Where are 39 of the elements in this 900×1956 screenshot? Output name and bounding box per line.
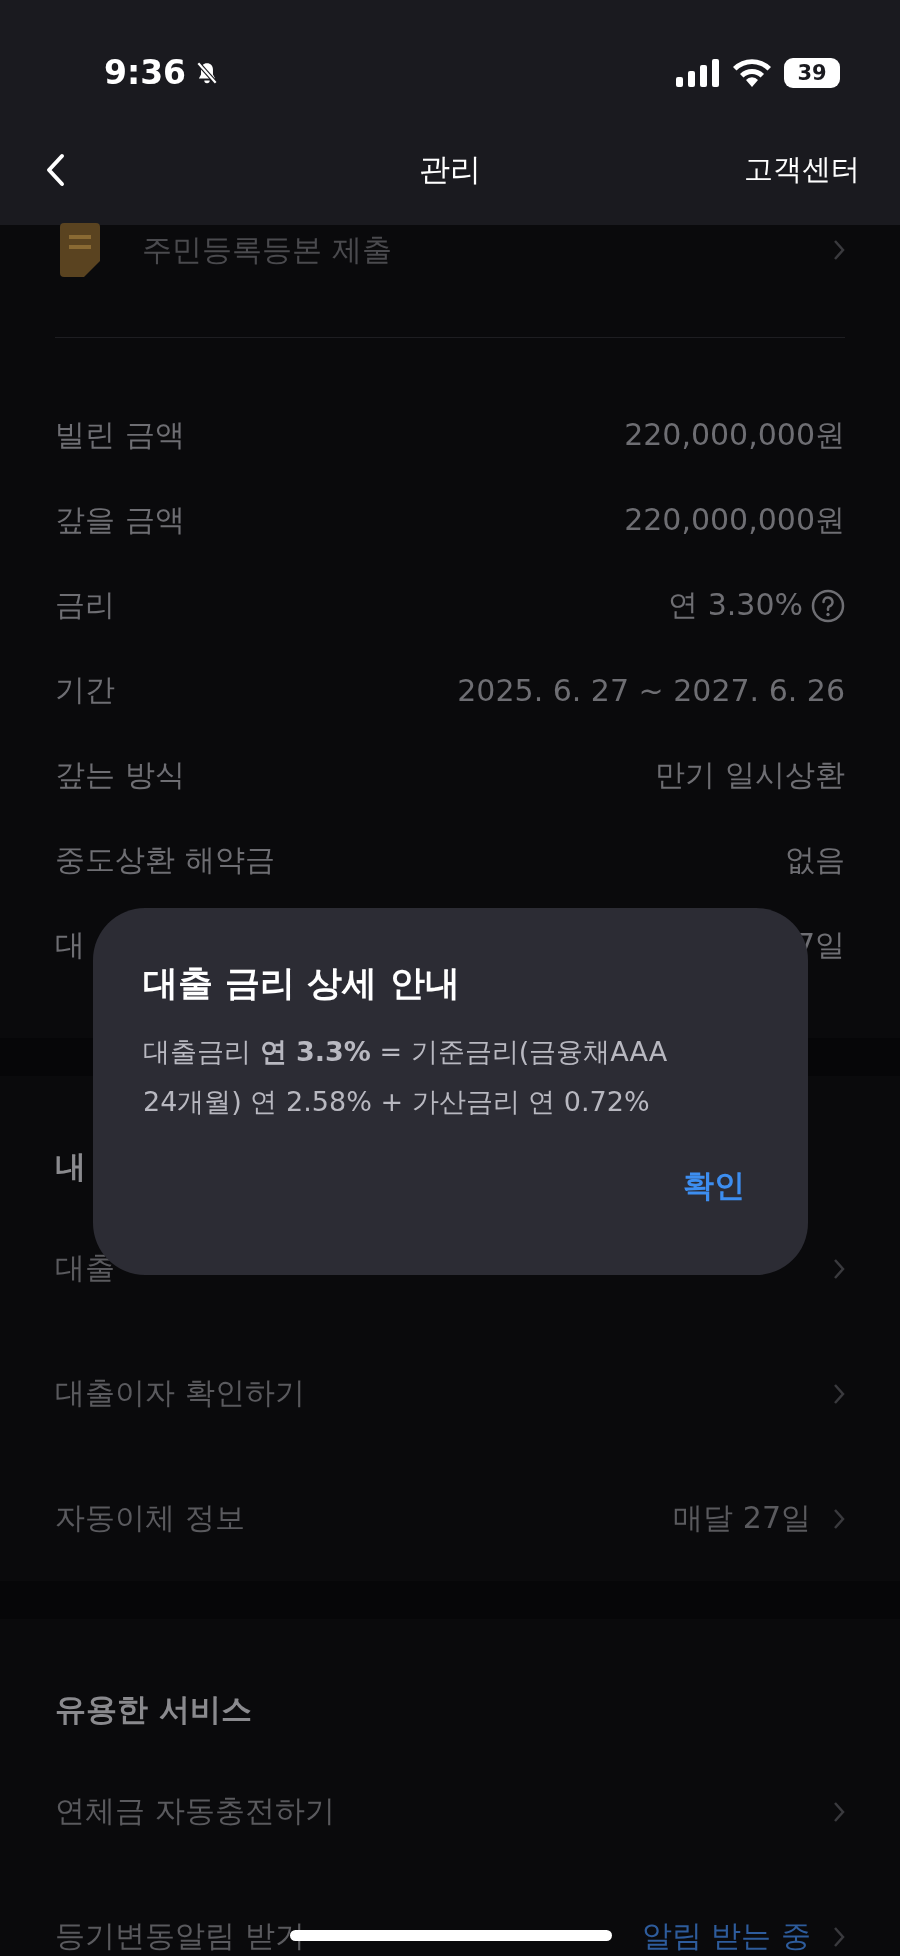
detail-value: 220,000,000원 — [624, 416, 845, 454]
detail-value: 만기 일시상환 — [655, 756, 845, 794]
document-icon — [60, 223, 100, 277]
signal-icon — [676, 58, 720, 87]
detail-label: 대 — [55, 926, 85, 964]
detail-value: 220,000,000원 — [624, 501, 845, 539]
chevron-icon — [833, 1257, 845, 1280]
detail-label: 기간 — [55, 671, 115, 709]
help-icon[interactable] — [811, 588, 845, 623]
battery-indicator: 39 — [784, 57, 840, 88]
detail-label: 갚을 금액 — [55, 501, 185, 539]
back-icon[interactable] — [45, 153, 65, 187]
detail-value: 연 3.30% — [668, 586, 803, 624]
menu-item-label[interactable]: 연체금 자동충전하기 — [55, 1791, 335, 1832]
customer-center-link[interactable]: 고객센터 — [744, 150, 860, 190]
dialog-title: 대출 금리 상세 안내 — [143, 962, 461, 1005]
menu-item-label[interactable]: 대출이자 확인하기 — [55, 1373, 305, 1414]
document-row-label[interactable]: 주민등록등본 제출 — [142, 229, 392, 271]
chevron-icon — [833, 1382, 845, 1405]
section-title: 내 — [55, 1147, 86, 1186]
detail-value: 없음 — [785, 841, 845, 879]
chevron-icon — [833, 1507, 845, 1530]
menu-item-label[interactable]: 자동이체 정보 — [55, 1498, 245, 1539]
menu-item-value: 알림 받는 중 — [641, 1917, 811, 1955]
dialog-message: 대출금리 연 3.3% = 기준금리(금융채AAA 24개월) 연 2.58% + 가산금리 연 0.72% — [143, 1035, 669, 1119]
status-time: 9:36 — [104, 53, 187, 92]
detail-label: 중도상환 해약금 — [55, 841, 275, 879]
chevron-icon — [833, 239, 845, 261]
detail-value: 2025. 6. 27 ~ 2027. 6. 26 — [457, 673, 845, 708]
detail-label: 금리 — [55, 586, 115, 624]
wifi-icon — [732, 58, 772, 87]
section-title: 유용한 서비스 — [55, 1690, 252, 1729]
detail-label: 빌린 금액 — [55, 416, 185, 454]
confirm-button[interactable]: 확인 — [675, 1161, 753, 1211]
menu-item-value: 매달 27일 — [673, 1499, 811, 1537]
chevron-icon — [833, 1800, 845, 1823]
detail-label: 갚는 방식 — [55, 756, 185, 794]
page-title: 관리 — [419, 150, 481, 189]
chevron-icon — [833, 1925, 845, 1948]
